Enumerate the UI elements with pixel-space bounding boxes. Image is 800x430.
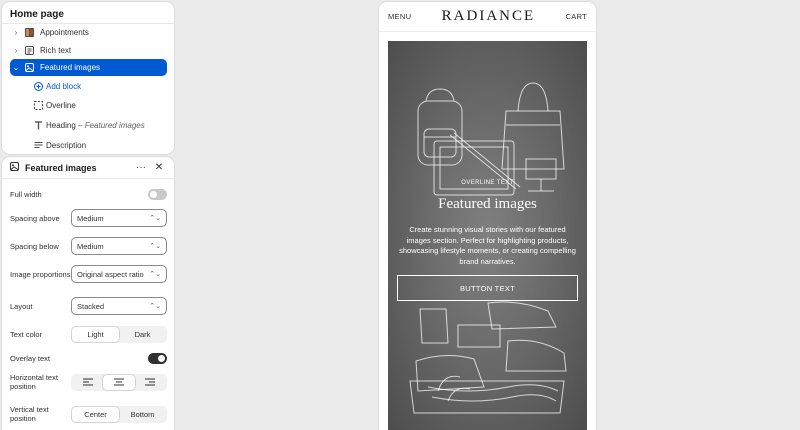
layout-setting: Layout Stacked ⌃⌄: [10, 296, 167, 316]
cart-link[interactable]: CART: [566, 12, 587, 21]
spacing-above-setting: Spacing above Medium ⌃⌄: [10, 208, 167, 228]
setting-label: Text color: [10, 329, 43, 339]
featured-image-hero[interactable]: OVERLINE TEXT Featured images Create stu…: [388, 41, 587, 430]
section-tree-panel: Home page › Appointments › Rich text ⌄ F…: [2, 2, 174, 154]
block-overline[interactable]: Overline: [32, 97, 76, 113]
menu-link[interactable]: MENU: [388, 12, 411, 21]
vertical-position-segmented: Center Bottom: [71, 405, 167, 423]
toggle-knob: [150, 190, 157, 198]
block-label: Overline: [46, 100, 76, 110]
image-section-icon: [10, 162, 19, 173]
block-description[interactable]: Description: [32, 137, 86, 153]
settings-header: Featured images ··· ✕: [2, 157, 174, 179]
setting-label: Full width: [10, 189, 42, 199]
toggle-knob: [158, 354, 165, 362]
setting-label: Layout: [10, 301, 33, 311]
text-color-light-option[interactable]: Light: [72, 326, 119, 342]
settings-title: Featured images: [25, 162, 97, 173]
more-options-icon[interactable]: ···: [134, 162, 148, 173]
overlay-text-setting: Overlay text: [10, 351, 167, 365]
text-color-segmented: Light Dark: [71, 325, 167, 343]
image-section-icon: [22, 63, 36, 72]
text-t-icon: [32, 120, 44, 130]
section-label: Rich text: [40, 46, 72, 55]
spacing-above-select[interactable]: Medium ⌃⌄: [71, 209, 167, 227]
section-label: Appointments: [40, 28, 89, 37]
setting-label: Overlay text: [10, 353, 51, 363]
setting-label: Image proportions: [10, 269, 71, 279]
page-title: Home page: [2, 2, 174, 24]
spacing-below-setting: Spacing below Medium ⌃⌄: [10, 236, 167, 256]
block-heading[interactable]: Heading – Featured images: [32, 117, 145, 133]
add-block-label: Add block: [46, 81, 82, 91]
chevron-right-icon[interactable]: ›: [10, 28, 22, 37]
block-label: Description: [46, 140, 87, 150]
select-arrows-icon: ⌃⌄: [149, 271, 161, 278]
section-rich-text[interactable]: › Rich text: [10, 42, 167, 59]
vertical-position-setting: Vertical text position Center Bottom: [10, 404, 167, 424]
image-proportions-setting: Image proportions Original aspect ratio ⌃…: [10, 263, 167, 285]
horizontal-position-setting: Horizontal text position: [10, 372, 167, 392]
align-right-option[interactable]: [135, 375, 166, 390]
hero-heading: Featured images: [438, 196, 537, 212]
section-featured-images[interactable]: ⌄ Featured images: [10, 59, 167, 76]
chevron-down-icon[interactable]: ⌄: [10, 63, 22, 72]
section-settings-panel: Featured images ··· ✕ Full width Spacing…: [2, 157, 174, 430]
select-value: Medium: [77, 241, 104, 251]
select-arrows-icon: ⌃⌄: [149, 303, 161, 310]
text-color-setting: Text color Light Dark: [10, 325, 167, 343]
paragraph-icon: [32, 141, 44, 150]
layout-select[interactable]: Stacked ⌃⌄: [71, 297, 167, 315]
setting-label: Spacing above: [10, 213, 60, 223]
align-left-icon: [82, 378, 93, 386]
align-left-option[interactable]: [72, 375, 103, 390]
hero-overline: OVERLINE TEXT: [461, 180, 514, 186]
select-value: Original aspect ratio: [77, 269, 144, 279]
block-label: Heading: [46, 120, 76, 130]
hero-cta-button[interactable]: BUTTON TEXT: [397, 275, 578, 301]
full-width-toggle[interactable]: [148, 188, 167, 200]
spacing-below-select[interactable]: Medium ⌃⌄: [71, 237, 167, 255]
storefront-preview: MENU RADIANCE CART OVERLINE TEXT Feature…: [379, 2, 596, 430]
vertical-center-option[interactable]: Center: [72, 406, 119, 422]
hero-description: Create stunning visual stories with our …: [399, 225, 576, 266]
add-block-button[interactable]: Add block: [32, 78, 81, 94]
align-center-icon: [113, 378, 124, 386]
select-value: Stacked: [77, 301, 105, 311]
select-arrows-icon: ⌃⌄: [149, 215, 161, 222]
select-arrows-icon: ⌃⌄: [149, 243, 161, 250]
section-appointments[interactable]: › Appointments: [10, 24, 167, 41]
brand-logo[interactable]: RADIANCE: [442, 8, 536, 25]
text-block-icon: [22, 46, 36, 55]
block-label-suffix: Featured images: [84, 120, 145, 130]
image-proportions-select[interactable]: Original aspect ratio ⌃⌄: [71, 265, 167, 283]
close-icon[interactable]: ✕: [152, 162, 166, 173]
full-width-setting: Full width: [10, 187, 167, 201]
setting-label: Horizontal text position: [10, 373, 58, 391]
text-color-dark-option[interactable]: Dark: [119, 327, 166, 342]
plus-circle-icon: [32, 81, 44, 91]
select-value: Medium: [77, 213, 104, 223]
vertical-bottom-option[interactable]: Bottom: [119, 407, 166, 422]
section-label: Featured images: [40, 63, 101, 72]
overlay-text-toggle[interactable]: [148, 352, 167, 364]
setting-label: Spacing below: [10, 241, 59, 251]
image-thumbnail-icon: [22, 28, 36, 37]
horizontal-position-segmented: [71, 373, 167, 391]
dashed-square-icon: [32, 100, 44, 110]
chevron-right-icon[interactable]: ›: [10, 46, 22, 55]
block-label-separator: –: [75, 120, 85, 130]
setting-label: Vertical text position: [10, 405, 49, 423]
align-center-option[interactable]: [103, 374, 135, 390]
align-right-icon: [145, 378, 156, 386]
store-header: MENU RADIANCE CART: [379, 2, 596, 32]
